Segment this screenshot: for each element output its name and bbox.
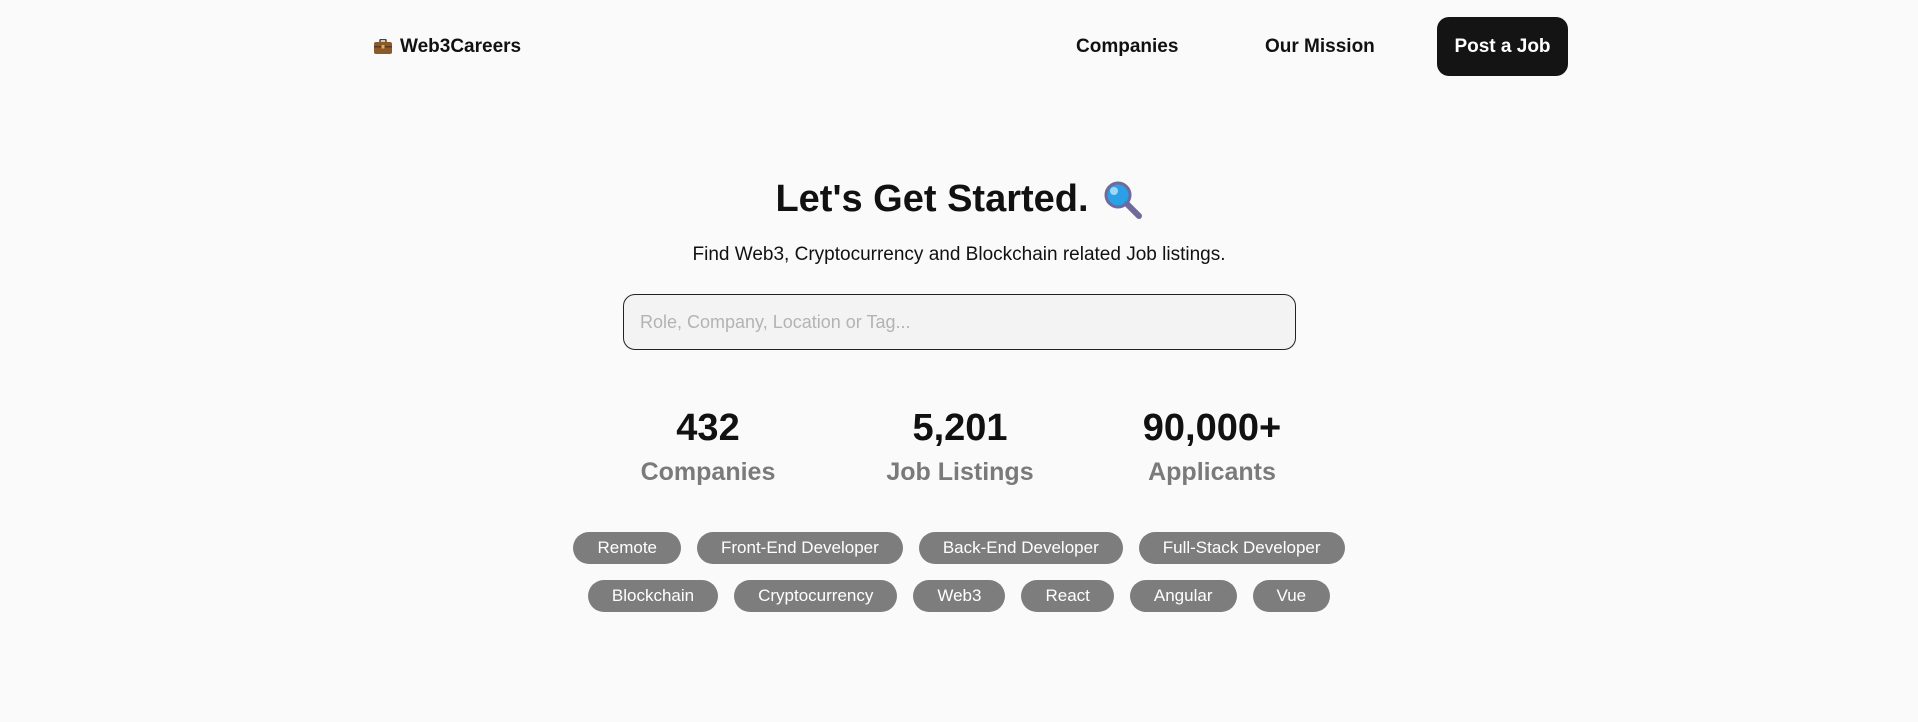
tag-full-stack-developer[interactable]: Full-Stack Developer	[1138, 532, 1345, 564]
hero-subtitle: Find Web3, Cryptocurrency and Blockchain…	[692, 244, 1226, 265]
stat-label: Companies	[640, 458, 776, 486]
brand-label: Web3Careers	[400, 35, 522, 57]
stat-value: 432	[676, 407, 740, 449]
stat-applicants: 90,000+ Applicants	[1092, 404, 1332, 492]
stat-companies: 432 Companies	[588, 404, 828, 492]
post-job-button[interactable]: Post a Job	[1437, 17, 1568, 76]
search-input[interactable]	[623, 294, 1296, 350]
tag-blockchain[interactable]: Blockchain	[587, 580, 719, 612]
stat-value: 90,000+	[1142, 407, 1282, 449]
tag-row-1: Remote Front-End Developer Back-End Deve…	[0, 532, 1918, 564]
nav-link-companies[interactable]: Companies	[1076, 17, 1178, 76]
tag-react[interactable]: React	[1021, 580, 1114, 612]
stat-label: Job Listings	[886, 458, 1034, 486]
tag-remote[interactable]: Remote	[573, 532, 681, 564]
magnifying-glass-icon	[1103, 180, 1143, 220]
nav-link-our-mission[interactable]: Our Mission	[1265, 17, 1375, 76]
hero-title: Let's Get Started.	[0, 178, 1918, 221]
stat-value: 5,201	[912, 407, 1008, 449]
top-nav: Web3Careers Companies Our Mission Post a…	[374, 17, 1568, 76]
tag-vue[interactable]: Vue	[1252, 580, 1331, 612]
stat-job-listings: 5,201 Job Listings	[840, 404, 1080, 492]
tag-back-end-developer[interactable]: Back-End Developer	[918, 532, 1123, 564]
tag-web3[interactable]: Web3	[913, 580, 1006, 612]
hero-title-text: Let's Get Started.	[775, 178, 1089, 220]
page: Web3Careers Companies Our Mission Post a…	[0, 0, 1918, 722]
brand-logo-link[interactable]: Web3Careers	[374, 17, 521, 76]
tag-front-end-developer[interactable]: Front-End Developer	[697, 532, 903, 564]
tag-row-2: Blockchain Cryptocurrency Web3 React Ang…	[0, 580, 1918, 612]
tag-cryptocurrency[interactable]: Cryptocurrency	[734, 580, 898, 612]
briefcase-icon	[374, 38, 392, 55]
stat-label: Applicants	[1148, 458, 1276, 486]
stats-section: 432 Companies 5,201 Job Listings 90,000+…	[0, 404, 1918, 494]
tag-angular[interactable]: Angular	[1129, 580, 1237, 612]
